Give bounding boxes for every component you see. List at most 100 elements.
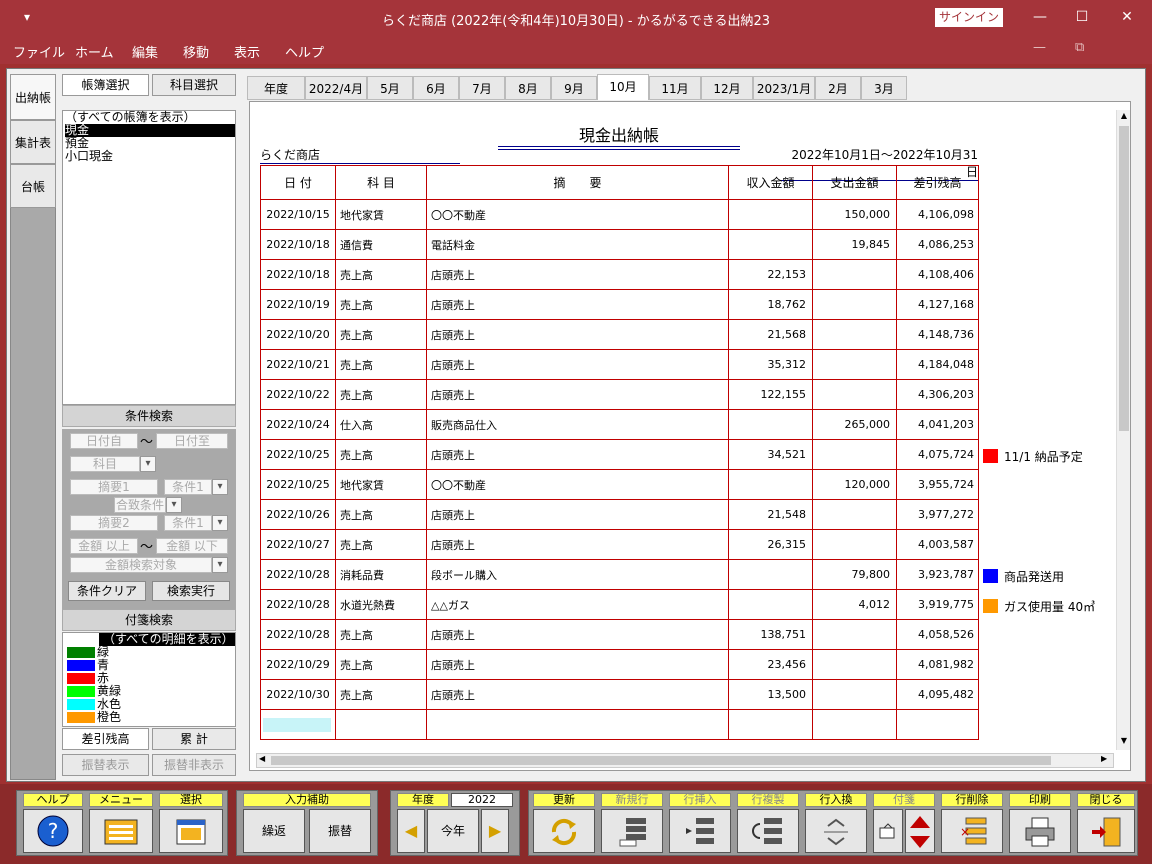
- tab-book-select[interactable]: 帳簿選択: [62, 74, 149, 96]
- row-memo[interactable]: 店頭売上: [426, 259, 729, 290]
- minimize-button[interactable]: —: [1025, 6, 1055, 28]
- menu-file[interactable]: ファイル: [13, 42, 65, 61]
- row-income[interactable]: 21,548: [728, 499, 813, 530]
- cond1-dropdown-icon[interactable]: ▾: [212, 479, 228, 495]
- row-memo[interactable]: 販売商品仕入: [426, 409, 729, 440]
- tab-month[interactable]: 8月: [505, 76, 551, 100]
- insert-row-button[interactable]: [669, 809, 731, 853]
- row-income[interactable]: 138,751: [728, 619, 813, 650]
- print-button[interactable]: [1009, 809, 1071, 853]
- amount-max-field[interactable]: 金額 以下: [156, 538, 228, 554]
- row-date[interactable]: 2022/10/18: [260, 259, 336, 290]
- match-dropdown-icon[interactable]: ▾: [166, 497, 182, 513]
- row-memo[interactable]: 店頭売上: [426, 499, 729, 530]
- row-balance[interactable]: 4,184,048: [896, 349, 979, 380]
- row-memo[interactable]: 店頭売上: [426, 349, 729, 380]
- row-expense[interactable]: [812, 379, 897, 410]
- row-subject[interactable]: 売上高: [335, 619, 427, 650]
- tab-month-active[interactable]: 10月: [597, 74, 649, 100]
- row-date[interactable]: 2022/10/18: [260, 229, 336, 260]
- new-row-income[interactable]: [728, 709, 813, 740]
- vertical-scrollbar[interactable]: ▲ ▼: [1116, 110, 1130, 750]
- row-memo[interactable]: 電話料金: [426, 229, 729, 260]
- tab-month[interactable]: 2023/1月: [753, 76, 815, 100]
- row-date[interactable]: 2022/10/24: [260, 409, 336, 440]
- row-expense[interactable]: [812, 529, 897, 560]
- row-balance[interactable]: 4,086,253: [896, 229, 979, 260]
- row-memo[interactable]: 店頭売上: [426, 679, 729, 710]
- menu-view[interactable]: 表示: [234, 42, 260, 61]
- sticky-note[interactable]: ガス使用量 40㎥: [983, 598, 1095, 615]
- close-button[interactable]: ✕: [1112, 6, 1142, 28]
- row-subject[interactable]: 売上高: [335, 679, 427, 710]
- scroll-right-icon[interactable]: ▶: [1101, 754, 1107, 763]
- row-date[interactable]: 2022/10/25: [260, 439, 336, 470]
- row-expense[interactable]: 79,800: [812, 559, 897, 590]
- row-expense[interactable]: 265,000: [812, 409, 897, 440]
- row-balance[interactable]: 4,106,098: [896, 199, 979, 230]
- clear-condition-button[interactable]: 条件クリア: [68, 581, 146, 601]
- row-expense[interactable]: [812, 259, 897, 290]
- new-row-subject[interactable]: [335, 709, 427, 740]
- row-subject[interactable]: 売上高: [335, 349, 427, 380]
- table-row[interactable]: 2022/10/25 売上高 店頭売上 34,521 4,075,724: [260, 439, 979, 470]
- ribbon-restore-button[interactable]: ⧉: [1075, 40, 1084, 55]
- cond1-field[interactable]: 条件1: [164, 479, 212, 495]
- row-subject[interactable]: 売上高: [335, 259, 427, 290]
- tab-month[interactable]: 3月: [861, 76, 907, 100]
- row-date[interactable]: 2022/10/28: [260, 619, 336, 650]
- search-exec-button[interactable]: 検索実行: [152, 581, 230, 601]
- tag-button[interactable]: [873, 809, 903, 853]
- tag-item[interactable]: 水色: [63, 698, 235, 711]
- table-row[interactable]: 2022/10/22 売上高 店頭売上 122,155 4,306,203: [260, 379, 979, 410]
- row-balance[interactable]: 4,306,203: [896, 379, 979, 410]
- new-row-date[interactable]: [260, 709, 336, 740]
- ribbon-minimize-button[interactable]: —: [1033, 40, 1046, 55]
- row-date[interactable]: 2022/10/22: [260, 379, 336, 410]
- menu-home[interactable]: ホーム: [75, 42, 114, 61]
- subject-field[interactable]: 科目: [70, 456, 140, 472]
- tab-cashbook[interactable]: 出納帳: [10, 74, 56, 120]
- tag-all-item[interactable]: （すべての明細を表示）: [99, 633, 235, 646]
- row-expense[interactable]: [812, 679, 897, 710]
- scroll-up-icon[interactable]: ▲: [1118, 111, 1130, 123]
- row-memo[interactable]: 〇〇不動産: [426, 469, 729, 500]
- row-date[interactable]: 2022/10/27: [260, 529, 336, 560]
- table-row[interactable]: 2022/10/28 水道光熱費 △△ガス 4,012 3,919,775: [260, 589, 979, 620]
- sticky-note[interactable]: 11/1 納品予定: [983, 448, 1083, 465]
- table-row[interactable]: 2022/10/18 売上高 店頭売上 22,153 4,108,406: [260, 259, 979, 290]
- repeat-button[interactable]: 繰返: [243, 809, 305, 853]
- row-balance[interactable]: 4,041,203: [896, 409, 979, 440]
- row-income[interactable]: [728, 409, 813, 440]
- next-year-icon[interactable]: ▶: [481, 809, 509, 853]
- subject-dropdown-icon[interactable]: ▾: [140, 456, 156, 472]
- row-income[interactable]: [728, 559, 813, 590]
- book-item[interactable]: （すべての帳簿を表示）: [65, 111, 235, 124]
- transfer-button[interactable]: 振替: [309, 809, 371, 853]
- row-balance[interactable]: 4,075,724: [896, 439, 979, 470]
- amount-target-field[interactable]: 金額検索対象: [70, 557, 212, 573]
- tab-transfer-show[interactable]: 振替表示: [62, 754, 149, 776]
- memo1-field[interactable]: 摘要1: [70, 479, 158, 495]
- row-date[interactable]: 2022/10/20: [260, 319, 336, 350]
- row-balance[interactable]: 4,058,526: [896, 619, 979, 650]
- tab-cumulative[interactable]: 累 計: [152, 728, 236, 750]
- book-item[interactable]: 小口現金: [65, 150, 235, 163]
- row-memo[interactable]: 店頭売上: [426, 649, 729, 680]
- row-subject[interactable]: 水道光熱費: [335, 589, 427, 620]
- tab-month[interactable]: 7月: [459, 76, 505, 100]
- tab-month[interactable]: 2月: [815, 76, 861, 100]
- cond2-dropdown-icon[interactable]: ▾: [212, 515, 228, 531]
- menu-help[interactable]: ヘルプ: [285, 42, 324, 61]
- row-memo[interactable]: 店頭売上: [426, 439, 729, 470]
- table-row[interactable]: 2022/10/26 売上高 店頭売上 21,548 3,977,272: [260, 499, 979, 530]
- row-balance[interactable]: 4,081,982: [896, 649, 979, 680]
- row-memo[interactable]: 段ボール購入: [426, 559, 729, 590]
- row-date[interactable]: 2022/10/25: [260, 469, 336, 500]
- new-row-button[interactable]: [601, 809, 663, 853]
- scroll-down-icon[interactable]: ▼: [1118, 736, 1130, 748]
- tab-month[interactable]: 6月: [413, 76, 459, 100]
- book-item-selected[interactable]: 現金: [65, 124, 235, 137]
- row-subject[interactable]: 仕入高: [335, 409, 427, 440]
- row-subject[interactable]: 消耗品費: [335, 559, 427, 590]
